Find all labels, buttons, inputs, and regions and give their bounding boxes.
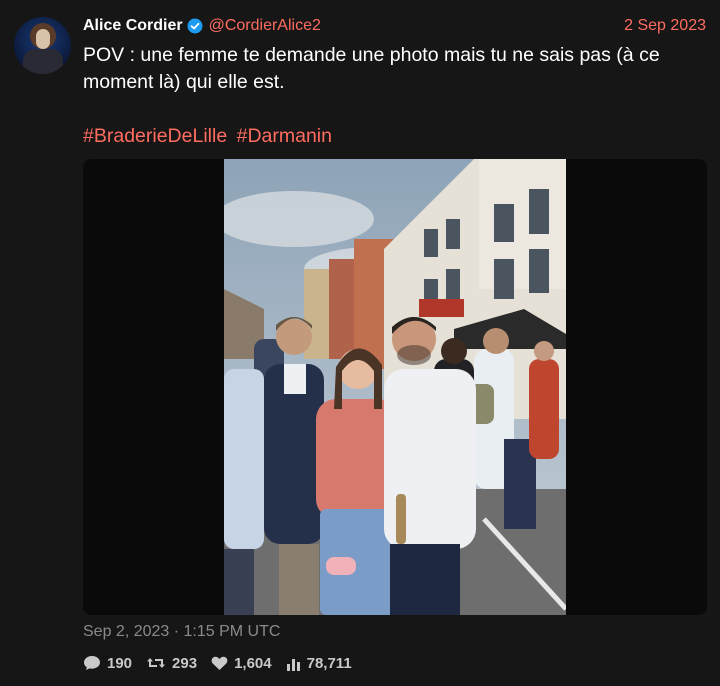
- tweet-text: POV : une femme te demande une photo mai…: [83, 44, 660, 93]
- avatar-jacket: [23, 49, 63, 74]
- avatar[interactable]: [14, 17, 71, 74]
- reply-stat[interactable]: 190: [83, 655, 132, 672]
- verified-badge-icon: [187, 18, 203, 34]
- avatar-figure: [36, 29, 50, 49]
- hashtag-link[interactable]: #BraderieDeLille: [83, 125, 227, 147]
- comment-icon: [83, 655, 101, 671]
- like-count: 1,604: [234, 654, 272, 672]
- display-name[interactable]: Alice Cordier: [83, 17, 183, 35]
- reply-count: 190: [107, 654, 133, 672]
- views-count: 78,711: [306, 654, 352, 672]
- tweet-photo[interactable]: [224, 159, 566, 615]
- retweet-icon: [146, 655, 166, 671]
- tweet-timestamp[interactable]: Sep 2, 2023 · 1:15 PM UTC: [83, 623, 280, 641]
- hashtag-list: #BraderieDeLille #Darmanin: [83, 125, 336, 148]
- heart-icon: [211, 656, 228, 671]
- retweet-count: 293: [172, 654, 198, 672]
- tweet-date-link[interactable]: 2 Sep 2023: [624, 17, 706, 35]
- tweet-card: Alice Cordier @CordierAlice2 2 Sep 2023 …: [0, 0, 720, 686]
- views-stat[interactable]: 78,711: [286, 655, 352, 672]
- tweet-stats: 190 293 1,604 78,711: [83, 654, 352, 672]
- user-handle[interactable]: @CordierAlice2: [209, 17, 321, 35]
- media-container[interactable]: [83, 159, 707, 615]
- bar-chart-icon: [286, 656, 301, 671]
- tweet-header: Alice Cordier @CordierAlice2 2 Sep 2023: [83, 15, 706, 37]
- like-stat[interactable]: 1,604: [211, 655, 272, 672]
- hashtag-link[interactable]: #Darmanin: [237, 125, 332, 147]
- retweet-stat[interactable]: 293: [146, 655, 197, 672]
- photo-illustration: [224, 159, 566, 615]
